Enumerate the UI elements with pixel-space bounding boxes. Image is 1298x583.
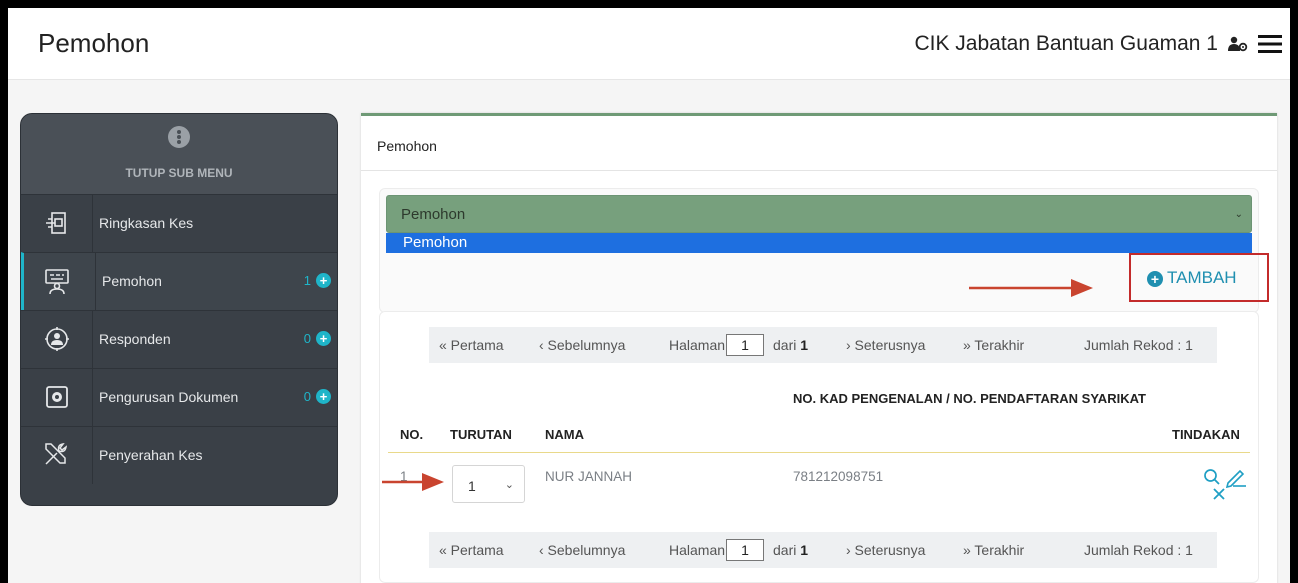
pager-page-label: Halaman bbox=[669, 337, 726, 353]
user-name[interactable]: CIK Jabatan Bantuan Guaman 1 bbox=[914, 32, 1218, 56]
pager-bottom: « Pertama ‹ Sebelumnya Halaman 1 dari 1 … bbox=[429, 532, 1217, 568]
add-responden-icon[interactable]: + bbox=[316, 331, 331, 346]
tambah-label: TAMBAH bbox=[1167, 268, 1237, 287]
sidebar-item-label: Ringkasan Kes bbox=[99, 215, 194, 231]
pager-of-label: dari 1 bbox=[773, 337, 809, 353]
user-settings-icon[interactable] bbox=[1228, 36, 1248, 52]
sidebar-item-label: Pengurusan Dokumen bbox=[99, 389, 239, 405]
pager-prev-link[interactable]: ‹ Sebelumnya bbox=[539, 337, 625, 353]
sidebar: TUTUP SUB MENU Ringkasan Kes Pemohon 1 +… bbox=[20, 113, 338, 506]
plus-circle-icon: + bbox=[1147, 271, 1163, 287]
sub-menu-toggle-label: TUTUP SUB MENU bbox=[125, 166, 233, 180]
column-header-turutan: TURUTAN bbox=[450, 427, 512, 442]
tools-icon bbox=[45, 442, 68, 465]
more-vertical-icon bbox=[168, 126, 190, 148]
record-count: Jumlah Rekod : 1 bbox=[1084, 337, 1193, 353]
pager-top: « Pertama ‹ Sebelumnya Halaman 1 dari 1 … bbox=[429, 327, 1217, 363]
search-icon[interactable] bbox=[1203, 468, 1221, 486]
divider bbox=[361, 170, 1277, 171]
pager-last-link[interactable]: » Terakhir bbox=[963, 337, 1024, 353]
tambah-button[interactable]: + TAMBAH bbox=[1147, 268, 1237, 288]
document-settings-icon bbox=[46, 386, 68, 408]
add-pemohon-icon[interactable]: + bbox=[316, 273, 331, 288]
applicant-icon bbox=[45, 269, 69, 295]
sidebar-item-count: 0 bbox=[303, 331, 311, 346]
page-title: Pemohon bbox=[38, 28, 150, 58]
turutan-select[interactable]: 1 ⌄ bbox=[452, 465, 525, 503]
annotation-arrow-icon bbox=[969, 279, 1093, 297]
sidebar-item-pemohon[interactable]: Pemohon 1 + bbox=[21, 252, 337, 310]
column-header-no: NO. bbox=[400, 427, 424, 442]
column-header-id-number: NO. KAD PENGENALAN / NO. PENDAFTARAN SYA… bbox=[793, 391, 1146, 406]
case-summary-icon bbox=[46, 212, 66, 234]
column-header-nama: NAMA bbox=[545, 427, 584, 442]
sidebar-item-pengurusan-dokumen[interactable]: Pengurusan Dokumen 0 + bbox=[21, 368, 337, 426]
card-title: Pemohon bbox=[377, 138, 437, 154]
sidebar-item-count: 0 bbox=[303, 389, 311, 404]
sidebar-item-responden[interactable]: Responden 0 + bbox=[21, 310, 337, 368]
sub-menu-toggle[interactable]: TUTUP SUB MENU bbox=[21, 114, 337, 194]
cell-id-number: 781212098751 bbox=[793, 469, 884, 484]
pager-page-label: Halaman bbox=[669, 542, 726, 558]
pager-last-link[interactable]: » Terakhir bbox=[963, 542, 1024, 558]
select-value: Pemohon bbox=[401, 206, 466, 223]
sidebar-item-label: Penyerahan Kes bbox=[99, 447, 203, 463]
select-option-pemohon[interactable]: Pemohon bbox=[386, 233, 1252, 253]
chevron-down-icon: ⌄ bbox=[1234, 209, 1243, 220]
page-number-input[interactable]: 1 bbox=[726, 334, 764, 356]
cell-nama: NUR JANNAH bbox=[545, 469, 633, 484]
party-select[interactable]: Pemohon ⌄ bbox=[386, 195, 1252, 233]
pager-next-link[interactable]: › Seterusnya bbox=[846, 542, 925, 558]
page-number-input[interactable]: 1 bbox=[726, 539, 764, 561]
sidebar-item-ringkasan-kes[interactable]: Ringkasan Kes bbox=[21, 194, 337, 252]
top-bar: Pemohon CIK Jabatan Bantuan Guaman 1 bbox=[8, 8, 1290, 80]
pager-prev-link[interactable]: ‹ Sebelumnya bbox=[539, 542, 625, 558]
pager-first-link[interactable]: « Pertama bbox=[439, 542, 504, 558]
column-header-tindakan: TINDAKAN bbox=[1172, 427, 1240, 442]
app-frame: Pemohon CIK Jabatan Bantuan Guaman 1 TUT… bbox=[8, 8, 1290, 583]
sidebar-item-count: 1 bbox=[303, 273, 311, 288]
edit-pencil-icon[interactable] bbox=[1225, 466, 1247, 488]
table-panel: « Pertama ‹ Sebelumnya Halaman 1 dari 1 … bbox=[379, 311, 1259, 583]
add-dokumen-icon[interactable]: + bbox=[316, 389, 331, 404]
turutan-value: 1 bbox=[468, 478, 476, 494]
pager-of-label: dari 1 bbox=[773, 542, 809, 558]
header-divider bbox=[388, 452, 1250, 453]
applicant-card: Pemohon Pemohon ⌄ Pemohon + TAMBAH « Pert… bbox=[361, 113, 1277, 583]
sidebar-item-penyerahan-kes[interactable]: Penyerahan Kes bbox=[21, 426, 337, 484]
sidebar-item-label: Responden bbox=[99, 331, 171, 347]
hamburger-menu-icon[interactable] bbox=[1258, 35, 1282, 53]
annotation-arrow-icon bbox=[382, 473, 444, 491]
chevron-down-icon: ⌄ bbox=[504, 479, 514, 491]
select-panel: Pemohon ⌄ Pemohon bbox=[379, 188, 1259, 313]
close-icon[interactable] bbox=[1212, 487, 1226, 501]
pager-first-link[interactable]: « Pertama bbox=[439, 337, 504, 353]
respondent-icon bbox=[45, 327, 69, 351]
annotation-highlight-box: + TAMBAH bbox=[1129, 253, 1269, 302]
record-count: Jumlah Rekod : 1 bbox=[1084, 542, 1193, 558]
sidebar-item-label: Pemohon bbox=[102, 273, 162, 289]
pager-next-link[interactable]: › Seterusnya bbox=[846, 337, 925, 353]
